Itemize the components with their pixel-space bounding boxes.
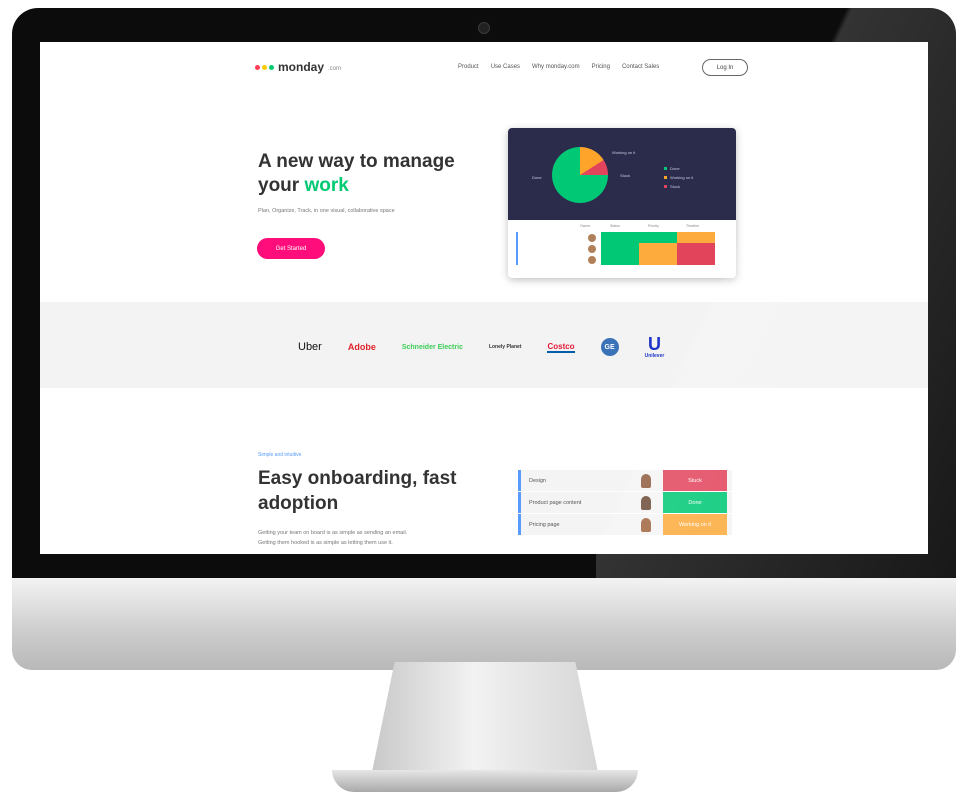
unilever-logo: U Unilever [644, 334, 665, 359]
table-row[interactable] [516, 254, 730, 265]
status-cell[interactable]: Done [663, 492, 727, 513]
row-name: Pricing page [529, 521, 560, 528]
hero-subtitle: Plan, Organize, Track, in one visual, co… [258, 208, 395, 214]
nav-links: Product Use Cases Why monday.com Pricing… [458, 64, 659, 70]
table-row[interactable] [516, 243, 730, 254]
status-cell[interactable]: Stuck [663, 470, 727, 491]
avatar [588, 244, 596, 253]
status-cell[interactable] [601, 243, 639, 254]
nav-link-pricing[interactable]: Pricing [592, 64, 610, 70]
board-rows [516, 232, 730, 265]
browser-screen: monday .com Product Use Cases Why monday… [40, 42, 928, 554]
table-row[interactable]: Product page content Done [518, 492, 732, 513]
monitor-chin [12, 578, 956, 670]
col-status: Status [610, 224, 620, 228]
status-cell[interactable] [601, 254, 639, 265]
avatar [641, 473, 651, 488]
row-name: Product page content [529, 499, 582, 506]
legend-item: Done [664, 166, 693, 171]
imac-monitor: monday .com Product Use Cases Why monday… [12, 8, 956, 670]
adobe-logo: Adobe [347, 342, 376, 352]
onboarding-desc-line2: Getting them hooked is as simple as lett… [258, 540, 393, 546]
onboarding-title-line2: adoption [258, 493, 339, 514]
row-name: Design [529, 477, 547, 484]
section-tag: Simple and intuitive [258, 452, 302, 458]
pie-label-working: Working on it [612, 150, 636, 155]
logo-mark-icon [255, 64, 274, 70]
logo-text: monday [278, 60, 325, 74]
pie-label-stuck: Stuck [620, 173, 631, 178]
dashboard-chart-panel: Working on it Stuck Done Done Working on… [508, 128, 736, 220]
col-priority: Priority [648, 224, 659, 228]
nav-link-contact-sales[interactable]: Contact Sales [622, 64, 659, 70]
onboarding-board: Design Stuck Product page content Done P… [518, 470, 732, 536]
monday-logo[interactable]: monday .com [255, 60, 341, 74]
customer-logos-strip: Uber Adobe Schneider Electric Lonely Pla… [40, 302, 928, 388]
ge-logo: GE [600, 338, 619, 356]
avatar [588, 255, 596, 264]
board-header: Owner Status Priority Timeline [516, 222, 730, 230]
status-cell[interactable] [601, 232, 639, 243]
dashboard-preview: Working on it Stuck Done Done Working on… [508, 128, 736, 278]
login-button[interactable]: Log In [702, 59, 748, 76]
onboarding-description: Getting your team on board is as simple … [258, 528, 478, 548]
pie-label-done: Done [532, 175, 542, 180]
pie-legend: Done Working on it Stuck [664, 166, 693, 193]
monitor-bezel: monday .com Product Use Cases Why monday… [12, 8, 956, 578]
logos-row: Uber Adobe Schneider Electric Lonely Pla… [298, 335, 664, 359]
status-cell[interactable] [677, 232, 715, 243]
get-started-button[interactable]: Get Started [257, 238, 325, 259]
status-cell[interactable] [639, 254, 677, 265]
monitor-stand-neck [372, 662, 598, 772]
hero-title-accent: work [304, 175, 349, 196]
nav-link-product[interactable]: Product [458, 64, 479, 70]
nav-link-use-cases[interactable]: Use Cases [491, 64, 520, 70]
table-row[interactable]: Design Stuck [518, 470, 732, 491]
status-cell[interactable]: Working on it [663, 514, 727, 535]
status-cell[interactable] [677, 254, 715, 265]
table-row[interactable] [516, 232, 730, 243]
hero-title-line2: your [258, 175, 300, 196]
status-pie-chart [552, 147, 608, 203]
dashboard-board-table: Owner Status Priority Timeline [516, 222, 730, 265]
table-row[interactable]: Pricing page Working on it [518, 514, 732, 535]
costco-logo: Costco [547, 341, 575, 353]
legend-item: Stuck [664, 184, 693, 189]
onboarding-title-line1: Easy onboarding, fast [258, 468, 457, 489]
top-navigation: monday .com Product Use Cases Why monday… [40, 42, 928, 98]
schneider-logo: Schneider Electric [401, 343, 463, 351]
avatar [641, 517, 651, 532]
legend-item: Working on it [664, 175, 693, 180]
logo-suffix: .com [328, 66, 342, 72]
status-cell[interactable] [639, 232, 677, 243]
status-cell[interactable] [639, 243, 677, 254]
hero-title: A new way to manage your work [258, 150, 478, 198]
camera-icon [478, 22, 490, 34]
monitor-stand-base [332, 770, 638, 792]
hero-title-line1: A new way to manage [258, 151, 455, 172]
col-timeline: Timeline [686, 224, 700, 228]
lonely-planet-logo: Lonely Planet [488, 344, 522, 350]
nav-link-why[interactable]: Why monday.com [532, 64, 580, 70]
status-cell[interactable] [677, 243, 715, 254]
onboarding-title: Easy onboarding, fast adoption [258, 466, 478, 516]
col-owner: Owner [580, 224, 591, 228]
onboarding-desc-line1: Getting your team on board is as simple … [258, 530, 408, 536]
avatar [641, 495, 651, 510]
avatar [588, 233, 596, 242]
uber-logo: Uber [298, 341, 322, 353]
